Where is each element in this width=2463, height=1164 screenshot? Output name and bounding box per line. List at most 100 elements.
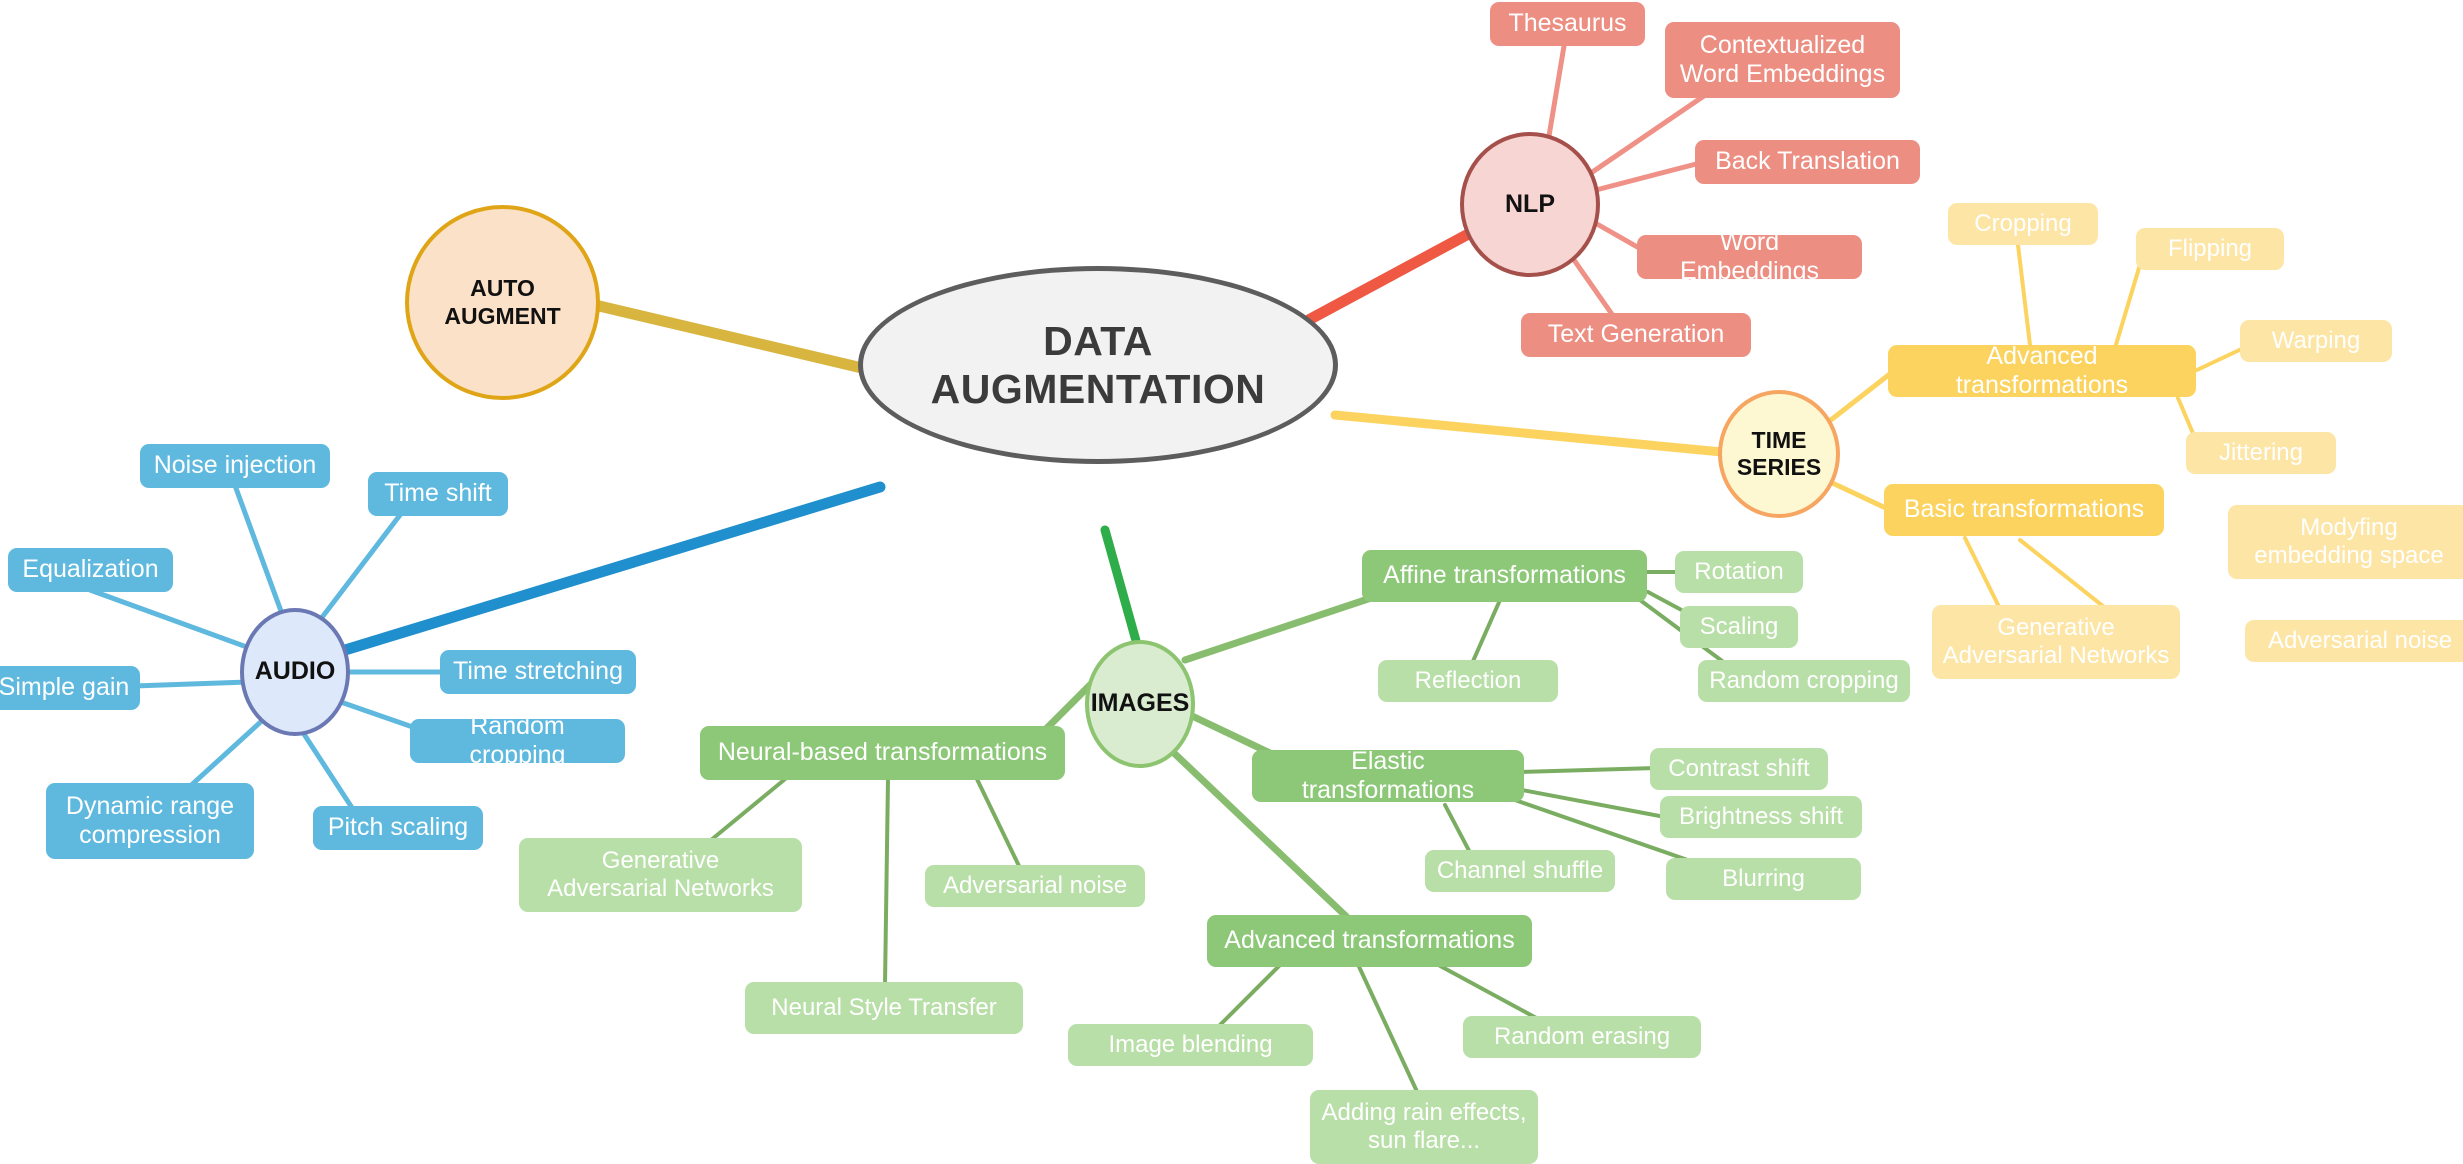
node-random-erasing[interactable]: Random erasing xyxy=(1463,1016,1701,1058)
hub-audio[interactable]: AUDIO xyxy=(240,608,350,736)
edge-advimg-rain xyxy=(1353,956,1422,1100)
node-noise-injection-label: Noise injection xyxy=(153,451,317,480)
node-neural-style-transfer[interactable]: Neural Style Transfer xyxy=(745,982,1023,1034)
node-reflection[interactable]: Reflection xyxy=(1378,660,1558,702)
hub-nlp[interactable]: NLP xyxy=(1460,132,1600,277)
node-equalization[interactable]: Equalization xyxy=(8,548,173,592)
node-rotation[interactable]: Rotation xyxy=(1675,551,1803,593)
node-channel-shuffle[interactable]: Channel shuffle xyxy=(1425,850,1615,892)
node-advanced-transformations-ts[interactable]: Advanced transformations xyxy=(1888,342,2196,399)
node-image-blending[interactable]: Image blending xyxy=(1068,1024,1313,1066)
node-pitch-scaling-label: Pitch scaling xyxy=(327,813,469,842)
node-word-embeddings-label: Word Embeddings xyxy=(1680,227,1819,286)
node-gan-images-label: Generative Adversarial Networks xyxy=(547,846,774,902)
node-image-blending-label: Image blending xyxy=(1108,1030,1273,1058)
edge-root-images xyxy=(1100,525,1145,660)
node-elastic-transformations-label: Elastic transformations xyxy=(1301,746,1475,805)
edge-root-ts xyxy=(1330,410,1727,457)
node-advanced-transformations-images[interactable]: Advanced transformations xyxy=(1207,915,1532,967)
node-blurring-label: Blurring xyxy=(1722,864,1805,892)
node-brightness-shift[interactable]: Brightness shift xyxy=(1660,796,1862,838)
node-time-stretching[interactable]: Time stretching xyxy=(440,650,636,694)
edge-neural-gan xyxy=(703,773,792,847)
edge-layer xyxy=(72,37,2252,1100)
node-time-shift-label: Time shift xyxy=(384,479,492,508)
node-advanced-transformations-images-label: Advanced transformations xyxy=(1224,926,1515,955)
node-basic-transformations-ts-label: Basic transformations xyxy=(1903,495,2145,524)
node-random-erasing-label: Random erasing xyxy=(1493,1022,1671,1050)
node-pitch-scaling[interactable]: Pitch scaling xyxy=(313,806,483,850)
node-contextualized-word-embeddings[interactable]: Contextualized Word Embeddings xyxy=(1665,22,1900,98)
edge-neural-nst xyxy=(883,776,890,987)
node-cropping[interactable]: Cropping xyxy=(1948,203,2098,245)
edge-audio-timeshift xyxy=(317,512,403,623)
node-elastic-transformations[interactable]: Elastic transformations xyxy=(1252,747,1524,804)
node-jittering-label: Jittering xyxy=(2218,438,2304,466)
node-reflection-label: Reflection xyxy=(1414,666,1522,694)
hub-nlp-label: NLP xyxy=(1505,189,1555,218)
edge-ts-basic xyxy=(1823,477,1893,513)
hub-auto-augment-label: AUTO AUGMENT xyxy=(444,275,561,329)
node-advanced-transformations-ts-label: Advanced transformations xyxy=(1955,341,2129,400)
node-word-embeddings[interactable]: Word Embeddings xyxy=(1637,228,1862,285)
root-node-data-augmentation[interactable]: DATA AUGMENTATION xyxy=(858,266,1338,464)
node-rotation-label: Rotation xyxy=(1694,557,1784,585)
node-dynamic-range-compression[interactable]: Dynamic range compression xyxy=(46,783,254,859)
node-equalization-label: Equalization xyxy=(22,555,159,584)
node-modifying-embedding-space[interactable]: Modyfing embedding space xyxy=(2228,505,2463,579)
hub-images-label: IMAGES xyxy=(1090,689,1190,718)
node-affine-transformations[interactable]: Affine transformations xyxy=(1362,550,1647,602)
node-gan-images[interactable]: Generative Adversarial Networks xyxy=(519,838,802,912)
node-time-shift[interactable]: Time shift xyxy=(368,472,508,516)
node-simple-gain[interactable]: Simple gain xyxy=(0,666,140,710)
edge-audio-noise xyxy=(230,477,288,625)
mindmap-canvas: DATA AUGMENTATION AUTO AUGMENT NLP Thesa… xyxy=(0,0,2463,1164)
node-gan-ts[interactable]: Generative Adversarial Networks xyxy=(1932,605,2180,679)
edge-elastic-brightness xyxy=(1520,788,1667,819)
node-thesaurus[interactable]: Thesaurus xyxy=(1490,2,1645,46)
node-contrast-shift[interactable]: Contrast shift xyxy=(1650,748,1828,790)
node-text-generation-label: Text Generation xyxy=(1547,320,1725,349)
edge-affine-reflection xyxy=(1468,598,1502,670)
node-adversarial-noise-images-label: Adversarial noise xyxy=(942,871,1128,899)
node-adding-rain-effects[interactable]: Adding rain effects, sun flare... xyxy=(1310,1090,1538,1164)
edge-nlp-backtranslation xyxy=(1593,160,1703,193)
edge-images-affine xyxy=(1181,591,1384,664)
node-blurring[interactable]: Blurring xyxy=(1666,858,1861,900)
edge-audio-equalization xyxy=(87,587,258,653)
root-node-label: DATA AUGMENTATION xyxy=(930,317,1266,412)
node-scaling[interactable]: Scaling xyxy=(1680,606,1798,648)
node-affine-transformations-label: Affine transformations xyxy=(1383,561,1626,590)
node-flipping-label: Flipping xyxy=(2167,234,2253,262)
node-random-cropping-images[interactable]: Random cropping xyxy=(1698,660,1910,702)
node-contrast-shift-label: Contrast shift xyxy=(1668,754,1810,782)
node-flipping[interactable]: Flipping xyxy=(2136,228,2284,270)
hub-time-series[interactable]: TIME SERIES xyxy=(1718,390,1840,518)
node-dynamic-range-compression-label: Dynamic range compression xyxy=(65,791,235,850)
hub-auto-augment[interactable]: AUTO AUGMENT xyxy=(405,205,600,400)
node-random-cropping-audio[interactable]: Random cropping xyxy=(410,712,625,769)
node-back-translation[interactable]: Back Translation xyxy=(1695,140,1920,184)
node-back-translation-label: Back Translation xyxy=(1715,147,1900,176)
node-random-cropping-images-label: Random cropping xyxy=(1709,666,1899,694)
hub-images[interactable]: IMAGES xyxy=(1085,640,1195,768)
node-contextualized-word-embeddings-label: Contextualized Word Embeddings xyxy=(1679,30,1886,89)
hub-audio-label: AUDIO xyxy=(254,657,336,686)
node-time-stretching-label: Time stretching xyxy=(453,657,623,686)
node-channel-shuffle-label: Channel shuffle xyxy=(1436,856,1604,884)
node-noise-injection[interactable]: Noise injection xyxy=(140,444,330,488)
node-jittering[interactable]: Jittering xyxy=(2186,432,2336,474)
hub-time-series-label: TIME SERIES xyxy=(1736,426,1822,480)
node-neural-based-transformations[interactable]: Neural-based transformations xyxy=(700,726,1065,780)
node-neural-based-transformations-label: Neural-based transformations xyxy=(717,738,1048,767)
node-adversarial-noise-ts-label: Adversarial noise xyxy=(2267,626,2453,654)
node-scaling-label: Scaling xyxy=(1699,612,1779,640)
node-text-generation[interactable]: Text Generation xyxy=(1521,313,1751,357)
node-basic-transformations-ts[interactable]: Basic transformations xyxy=(1884,484,2164,536)
node-neural-style-transfer-label: Neural Style Transfer xyxy=(771,993,997,1021)
node-warping[interactable]: Warping xyxy=(2240,320,2392,362)
node-adversarial-noise-images[interactable]: Adversarial noise xyxy=(925,865,1145,907)
node-thesaurus-label: Thesaurus xyxy=(1508,9,1627,38)
node-random-cropping-audio-label: Random cropping xyxy=(469,711,566,770)
node-adversarial-noise-ts[interactable]: Adversarial noise xyxy=(2245,620,2463,662)
